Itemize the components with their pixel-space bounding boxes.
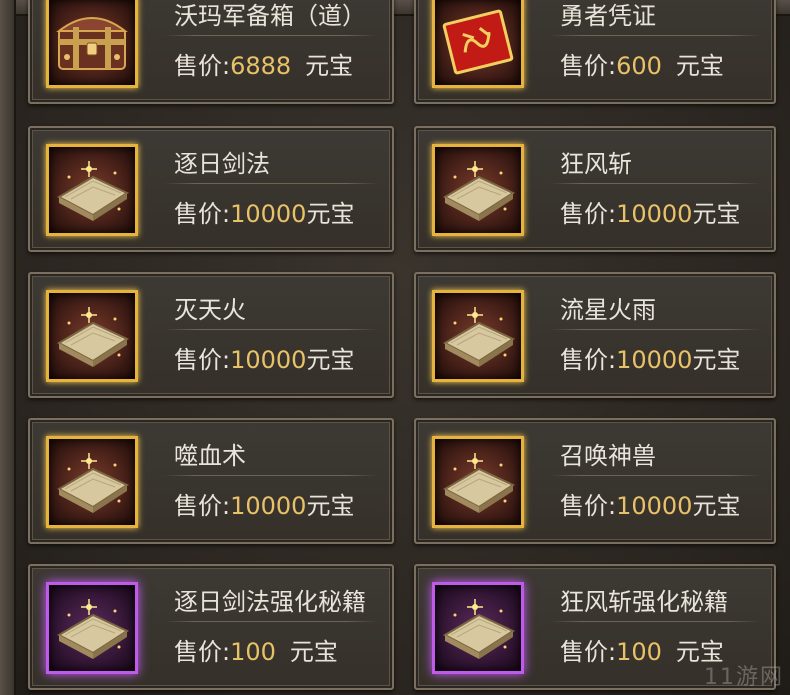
price-label: 售价: bbox=[174, 346, 231, 374]
divider bbox=[550, 183, 760, 184]
divider bbox=[164, 475, 378, 476]
shop-item-card[interactable]: 狂风斩售价:10000元宝 bbox=[414, 126, 776, 252]
shop-item-card[interactable]: 噬血术售价:10000元宝 bbox=[28, 418, 394, 544]
item-price: 售价:100 元宝 bbox=[174, 632, 338, 667]
currency-label: 元宝 bbox=[692, 200, 741, 228]
divider bbox=[550, 35, 760, 36]
watermark: 11游网 bbox=[704, 665, 784, 690]
currency-label: 元宝 bbox=[692, 492, 741, 520]
shop-item-card[interactable]: 沃玛军备箱（道） 售价:6888 元宝 bbox=[28, 0, 394, 104]
item-name: 逐日剑法 bbox=[174, 150, 270, 178]
item-name: 灭天火 bbox=[174, 296, 246, 324]
panel-left-border bbox=[0, 0, 16, 695]
item-name: 狂风斩强化秘籍 bbox=[560, 588, 728, 616]
item-name: 流星火雨 bbox=[560, 296, 656, 324]
price-label: 售价: bbox=[174, 52, 231, 80]
price-value: 100 bbox=[230, 638, 276, 666]
price-value: 600 bbox=[616, 52, 662, 80]
item-grid: 沃玛军备箱（道） 售价:6888 元宝 勇者凭证 售价:600 元宝 逐日剑法 售价 bbox=[28, 0, 790, 695]
currency-label: 元宝 bbox=[306, 492, 355, 520]
shop-item-card[interactable]: 勇者凭证售价:600 元宝 bbox=[414, 0, 776, 104]
shop-panel: 沃玛军备箱（道） 售价:6888 元宝 勇者凭证 售价:600 元宝 逐日剑法 售价 bbox=[0, 0, 790, 695]
item-name: 沃玛军备箱（道） bbox=[174, 2, 366, 30]
divider bbox=[164, 329, 378, 330]
price-value: 10000 bbox=[616, 200, 693, 228]
price-label: 售价: bbox=[174, 200, 231, 228]
shop-item-card[interactable]: 召唤神兽售价:10000元宝 bbox=[414, 418, 776, 544]
currency-label: 元宝 bbox=[306, 200, 355, 228]
divider bbox=[550, 475, 760, 476]
skill-book-icon[interactable] bbox=[432, 144, 524, 236]
item-price: 售价:10000元宝 bbox=[560, 486, 740, 521]
item-price: 售价:600 元宝 bbox=[560, 46, 724, 81]
divider bbox=[550, 329, 760, 330]
shop-item-card[interactable]: 逐日剑法强化秘籍 售价:100 元宝 bbox=[28, 564, 394, 690]
divider bbox=[164, 35, 378, 36]
skill-book-icon[interactable] bbox=[46, 582, 138, 674]
price-label: 售价: bbox=[560, 638, 617, 666]
item-price: 售价:10000元宝 bbox=[174, 340, 354, 375]
currency-label: 元宝 bbox=[675, 52, 724, 80]
item-price: 售价:10000元宝 bbox=[560, 340, 740, 375]
divider bbox=[164, 183, 378, 184]
price-value: 10000 bbox=[616, 346, 693, 374]
price-value: 6888 bbox=[230, 52, 292, 80]
item-name: 召唤神兽 bbox=[560, 442, 656, 470]
skill-book-icon[interactable] bbox=[46, 290, 138, 382]
price-label: 售价: bbox=[560, 52, 617, 80]
item-price: 售价:6888 元宝 bbox=[174, 46, 353, 81]
skill-book-icon[interactable] bbox=[432, 290, 524, 382]
shop-item-card[interactable]: 流星火雨售价:10000元宝 bbox=[414, 272, 776, 398]
item-name: 逐日剑法强化秘籍 bbox=[174, 588, 366, 616]
skill-book-icon[interactable] bbox=[46, 436, 138, 528]
currency-label: 元宝 bbox=[305, 52, 354, 80]
item-price: 售价:10000元宝 bbox=[174, 486, 354, 521]
price-label: 售价: bbox=[174, 638, 231, 666]
price-label: 售价: bbox=[174, 492, 231, 520]
item-price: 售价:10000元宝 bbox=[174, 194, 354, 229]
item-name: 勇者凭证 bbox=[560, 2, 656, 30]
price-value: 100 bbox=[616, 638, 662, 666]
item-name: 噬血术 bbox=[174, 442, 246, 470]
item-name: 狂风斩 bbox=[560, 150, 632, 178]
shop-item-card[interactable]: 灭天火售价:10000元宝 bbox=[28, 272, 394, 398]
divider bbox=[164, 621, 378, 622]
price-value: 10000 bbox=[230, 492, 307, 520]
price-value: 10000 bbox=[230, 200, 307, 228]
price-label: 售价: bbox=[560, 346, 617, 374]
treasure-chest-icon[interactable] bbox=[46, 0, 138, 88]
price-label: 售价: bbox=[560, 492, 617, 520]
price-value: 10000 bbox=[616, 492, 693, 520]
red-token-icon[interactable] bbox=[432, 0, 524, 88]
currency-label: 元宝 bbox=[692, 346, 741, 374]
skill-book-icon[interactable] bbox=[432, 436, 524, 528]
currency-label: 元宝 bbox=[289, 638, 338, 666]
currency-label: 元宝 bbox=[306, 346, 355, 374]
price-label: 售价: bbox=[560, 200, 617, 228]
item-price: 售价:100 元宝 bbox=[560, 632, 724, 667]
shop-item-card[interactable]: 逐日剑法售价:10000元宝 bbox=[28, 126, 394, 252]
divider bbox=[550, 621, 760, 622]
skill-book-icon[interactable] bbox=[46, 144, 138, 236]
item-price: 售价:10000元宝 bbox=[560, 194, 740, 229]
price-value: 10000 bbox=[230, 346, 307, 374]
skill-book-icon[interactable] bbox=[432, 582, 524, 674]
